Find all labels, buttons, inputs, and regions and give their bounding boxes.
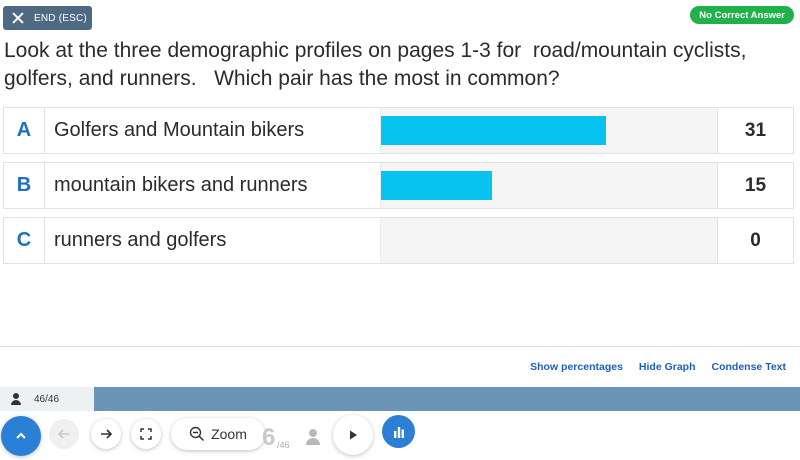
show-percentages-link[interactable]: Show percentages: [530, 361, 623, 373]
answer-row-b[interactable]: B mountain bikers and runners 15: [3, 162, 794, 209]
close-icon: [12, 12, 24, 24]
hide-graph-link[interactable]: Hide Graph: [639, 361, 696, 373]
answer-row-a[interactable]: A Golfers and Mountain bikers 31: [3, 107, 794, 154]
answer-bar-track: [380, 108, 717, 153]
divider: [0, 346, 800, 347]
page-total: /46: [277, 440, 290, 450]
zoom-out-icon: [189, 426, 205, 442]
answer-letter: A: [4, 108, 45, 153]
answer-count: 31: [717, 108, 793, 153]
play-icon: [350, 430, 357, 440]
answer-count: 0: [717, 218, 793, 263]
progress-bar-fill: [94, 387, 800, 411]
answer-text: Golfers and Mountain bikers: [54, 119, 305, 141]
response-progress: 46/46: [0, 387, 800, 411]
answer-row-c[interactable]: C runners and golfers 0: [3, 217, 794, 264]
status-badge: No Correct Answer: [690, 6, 794, 24]
chevron-up-icon: [16, 432, 26, 439]
page-number: 6: [262, 424, 276, 451]
answer-bar: [381, 171, 492, 200]
response-counter: 46/46: [0, 387, 94, 411]
zoom-button[interactable]: Zoom: [171, 418, 265, 450]
arrow-right-icon: [101, 429, 113, 439]
response-count: 46/46: [34, 393, 60, 405]
fullscreen-button[interactable]: [131, 419, 161, 449]
zoom-label: Zoom: [211, 426, 247, 442]
answer-bar-track: [380, 163, 717, 208]
fullscreen-icon: [140, 428, 152, 440]
menu-toggle-button[interactable]: [1, 416, 41, 456]
user-icon: [10, 393, 22, 405]
participants-icon: [305, 429, 321, 445]
answer-text: mountain bikers and runners: [54, 174, 308, 196]
question-text: Look at the three demographic profiles o…: [4, 39, 747, 90]
answer-letter: C: [4, 218, 45, 263]
bar-chart-icon: [393, 426, 404, 438]
answer-text: runners and golfers: [54, 229, 227, 251]
answer-count: 15: [717, 163, 793, 208]
condense-text-link[interactable]: Condense Text: [712, 361, 786, 373]
end-button[interactable]: END (ESC): [3, 6, 92, 30]
play-button[interactable]: [333, 415, 373, 455]
answer-letter: B: [4, 163, 45, 208]
previous-button[interactable]: [49, 419, 79, 449]
display-options: Show percentages Hide Graph Condense Tex…: [530, 361, 786, 373]
answer-bar: [381, 116, 607, 145]
answer-bar-track: [380, 218, 717, 263]
results-chart-button[interactable]: [382, 415, 415, 448]
arrow-left-icon: [57, 429, 69, 439]
end-button-label: END (ESC): [34, 12, 87, 24]
next-button[interactable]: [91, 419, 121, 449]
answer-list: A Golfers and Mountain bikers 31 B mount…: [3, 107, 794, 272]
